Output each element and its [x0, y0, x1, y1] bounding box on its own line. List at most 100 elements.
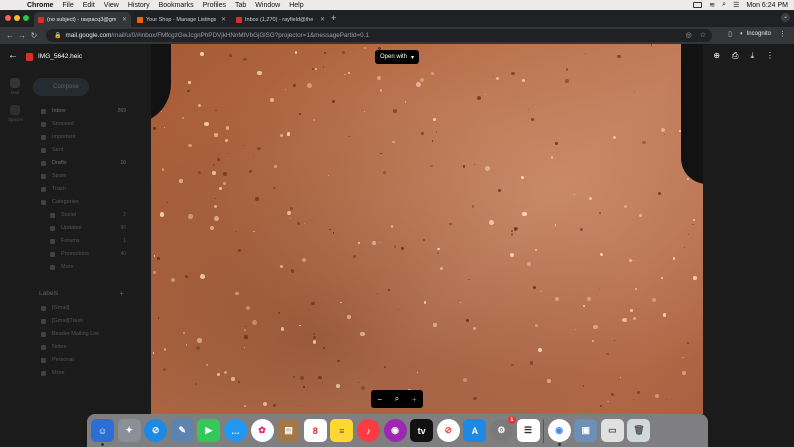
sidebar-item-trash[interactable]: Trash — [41, 186, 126, 192]
textedit-icon[interactable]: ☰ — [516, 419, 540, 442]
menu-file[interactable]: File — [62, 2, 73, 9]
system-settings-icon[interactable]: ⚙ 1 — [489, 416, 516, 442]
photo-speck — [554, 297, 559, 302]
zoom-in-button[interactable]: + — [412, 395, 417, 404]
label-item-gmail[interactable]: [Gmail] — [41, 305, 126, 311]
chevron-down-icon — [50, 264, 55, 270]
news-icon[interactable]: ⊘ — [436, 419, 460, 442]
document-icon[interactable]: ▭ — [600, 419, 624, 442]
close-window-button[interactable] — [5, 15, 11, 21]
sidebar-item-forums[interactable]: Forums 1 — [50, 238, 126, 244]
label-item-more[interactable]: More — [41, 370, 126, 376]
menubar-clock[interactable]: Mon 6:24 PM — [746, 2, 788, 9]
minimize-window-button[interactable] — [14, 15, 20, 21]
calendar-icon[interactable]: 8 — [303, 419, 327, 442]
wifi-icon[interactable]: ≋ — [709, 1, 715, 9]
safari-icon[interactable]: ⊘ — [144, 419, 168, 442]
zoom-magnifier-icon[interactable]: ⌕ — [395, 394, 399, 404]
tab-search-chevron-icon[interactable]: ⌄ — [781, 13, 790, 22]
label-item-mailing-list[interactable]: Beader Mailing List — [41, 331, 126, 337]
close-tab-icon[interactable]: ✕ — [320, 16, 325, 23]
search-icon[interactable]: ⌕ — [722, 1, 726, 9]
sidebar-item-snoozed[interactable]: Snoozed — [41, 121, 126, 127]
close-tab-icon[interactable]: ✕ — [221, 16, 226, 23]
photo-speck — [257, 71, 262, 76]
more-options-icon[interactable]: ⋮ — [766, 51, 774, 61]
open-with-button[interactable]: Open with ▾ — [375, 50, 420, 64]
podcasts-icon[interactable]: ◉ — [383, 419, 407, 442]
address-bar[interactable]: 🔒 mail.google.com/mail/u/0/#inbox/FMfcgz… — [46, 29, 712, 42]
side-panel-icon[interactable]: ▯ — [728, 30, 732, 38]
zoom-window-button[interactable] — [23, 15, 29, 21]
menu-profiles[interactable]: Profiles — [203, 2, 226, 9]
messages-icon[interactable]: … — [223, 419, 247, 442]
menu-tab[interactable]: Tab — [235, 2, 246, 9]
trash-icon[interactable]: 🗑 — [627, 419, 651, 442]
add-label-icon[interactable]: + — [119, 289, 124, 298]
menu-app-name[interactable]: Chrome — [27, 2, 53, 9]
photos-icon[interactable]: ✿ — [250, 419, 274, 442]
sidebar-item-sent[interactable]: Sent — [41, 147, 126, 153]
image-preview[interactable] — [151, 44, 703, 414]
photo-speck — [214, 197, 217, 200]
label-item-gmail-trash[interactable]: [Gmail]Trash — [41, 318, 126, 324]
tab-gmail-subject[interactable]: (no subject) - ravpacq3@gm ✕ — [34, 12, 131, 27]
photo-speck — [473, 326, 477, 330]
lock-icon[interactable]: 🔒 — [54, 32, 61, 39]
menu-view[interactable]: View — [104, 2, 119, 9]
sidebar-item-drafts[interactable]: Drafts 10 — [41, 160, 126, 166]
photo-speck — [687, 178, 690, 181]
forward-icon[interactable]: → — [16, 31, 28, 40]
new-tab-icon[interactable]: + — [331, 13, 336, 23]
menu-help[interactable]: Help — [289, 2, 303, 9]
notes-icon[interactable]: ≡ — [330, 419, 354, 442]
photo-speck — [153, 270, 156, 274]
tab-gmail-inbox[interactable]: Inbox (1,270) - rayfield@the ✕ — [232, 12, 329, 27]
close-viewer-back-icon[interactable]: ← — [8, 50, 18, 61]
music-icon[interactable]: ♪ — [356, 419, 380, 442]
zoom-out-button[interactable]: − — [377, 395, 382, 404]
eye-off-icon[interactable]: ◎ — [686, 31, 692, 39]
contacts-icon[interactable]: ▤ — [277, 419, 301, 442]
back-icon[interactable]: ← — [4, 31, 16, 40]
add-to-drive-icon[interactable]: ⊕ — [713, 51, 720, 61]
photo-speck — [550, 156, 554, 160]
launchpad-icon[interactable]: ✦ — [117, 419, 141, 442]
sidebar-item-social[interactable]: Social 2 — [50, 212, 126, 218]
menu-edit[interactable]: Edit — [83, 2, 95, 9]
sidebar-item-more[interactable]: More — [50, 264, 126, 270]
kebab-menu-icon[interactable]: ⋮ — [779, 30, 786, 38]
battery-icon[interactable] — [693, 2, 703, 8]
chrome-icon[interactable]: ◉ — [547, 419, 571, 446]
url-text[interactable]: mail.google.com/mail/u/0/#inbox/FMfcgzGw… — [65, 32, 368, 39]
reload-icon[interactable]: ↻ — [28, 31, 40, 40]
incognito-badge[interactable]: ◐ Incognito — [740, 31, 771, 37]
facetime-icon[interactable]: ▶ — [197, 419, 221, 442]
label-item-personal[interactable]: Personal — [41, 357, 126, 363]
sidebar-item-updates[interactable]: Updates 90 — [50, 225, 126, 231]
apple-tv-icon[interactable]: tv — [410, 419, 434, 442]
bookmark-star-icon[interactable]: ☆ — [700, 31, 706, 39]
sidebar-item-important[interactable]: Important — [41, 134, 126, 140]
photo-speck — [303, 386, 305, 388]
menu-window[interactable]: Window — [255, 2, 280, 9]
label-item-notes[interactable]: Notes — [41, 344, 126, 350]
sidebar-item-categories[interactable]: Categories — [41, 199, 126, 205]
menu-history[interactable]: History — [128, 2, 150, 9]
menu-bookmarks[interactable]: Bookmarks — [159, 2, 194, 9]
photo-speck — [662, 313, 666, 317]
close-tab-icon[interactable]: ✕ — [122, 16, 127, 23]
sidebar-item-promotions[interactable]: Promotions 40 — [50, 251, 126, 257]
control-center-icon[interactable]: ☰ — [733, 1, 739, 9]
photo-speck — [693, 276, 697, 280]
download-icon[interactable]: ⤓ — [750, 51, 754, 61]
print-icon[interactable]: ⎙ — [732, 51, 738, 61]
image-capture-icon[interactable]: ▣ — [574, 419, 598, 442]
sidebar-item-inbox[interactable]: Inbox 269 — [41, 108, 126, 114]
app-store-icon[interactable]: A — [463, 419, 487, 442]
tab-shop-listings[interactable]: Your Shop - Manage Listings ✕ — [133, 12, 230, 27]
compose-button[interactable]: Compose — [33, 78, 89, 96]
preview-icon[interactable]: ✎ — [170, 419, 194, 442]
finder-icon[interactable]: ☺ — [91, 419, 114, 446]
sidebar-item-spam[interactable]: Spam — [41, 173, 126, 179]
